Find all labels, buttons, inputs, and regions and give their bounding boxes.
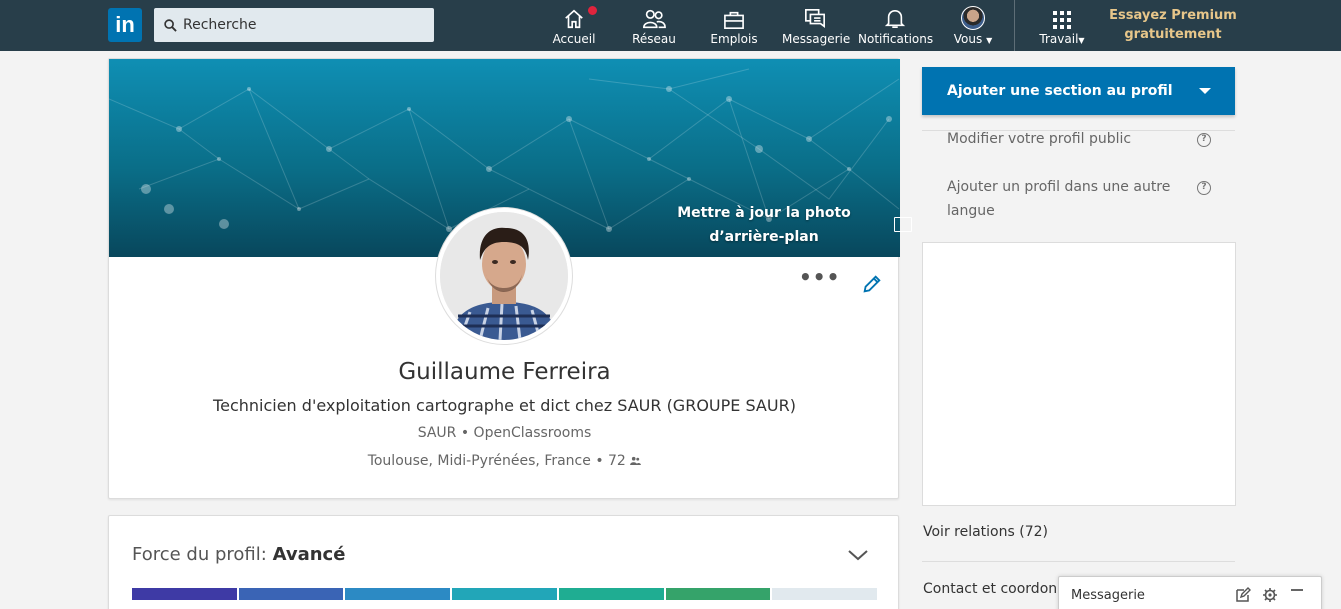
connections-icon bbox=[630, 456, 642, 465]
see-connections-link[interactable]: Voir relations (72) bbox=[923, 524, 1048, 540]
chevron-down-icon[interactable] bbox=[847, 548, 869, 562]
search-icon bbox=[164, 18, 177, 32]
search-bar[interactable] bbox=[154, 8, 434, 42]
nav-network[interactable]: Réseau bbox=[630, 0, 678, 51]
notification-badge bbox=[586, 4, 599, 17]
strength-meter-segment bbox=[238, 588, 344, 600]
profile-strength-card: Force du profil: Avancé bbox=[108, 515, 899, 609]
search-input[interactable] bbox=[183, 17, 423, 33]
strength-meter-segment bbox=[345, 588, 451, 600]
nav-label: Accueil bbox=[552, 32, 596, 46]
caret-down-icon: ▼ bbox=[1078, 36, 1085, 45]
profile-name: Guillaume Ferreira bbox=[398, 359, 611, 385]
nav-work[interactable]: Travail▼ bbox=[1036, 0, 1088, 51]
nav-label: Vous bbox=[953, 32, 983, 46]
profile-location: Toulouse, Midi-Pyrénées, France • 72 bbox=[109, 453, 900, 469]
grid-icon bbox=[1053, 11, 1071, 29]
strength-meter-segment bbox=[558, 588, 664, 600]
compose-icon[interactable] bbox=[1235, 587, 1251, 603]
home-icon bbox=[565, 9, 583, 29]
add-profile-section-button[interactable]: Ajouter une section au profil bbox=[922, 67, 1235, 115]
add-language-profile-link[interactable]: Ajouter un profil dans une autre langue bbox=[947, 175, 1187, 223]
nav-me[interactable]: Vous ▼ bbox=[950, 0, 996, 51]
nav-label: Réseau bbox=[632, 32, 676, 46]
messaging-title: Messagerie bbox=[1071, 588, 1145, 603]
strength-meter bbox=[132, 588, 878, 600]
nav-label: Travail bbox=[1039, 32, 1079, 46]
nav-divider bbox=[1014, 0, 1015, 51]
profile-photo[interactable] bbox=[436, 208, 572, 344]
edit-public-profile-link[interactable]: Modifier votre profil public bbox=[947, 127, 1187, 151]
profile-headline: Technicien d'exploitation cartographe et… bbox=[213, 396, 796, 415]
ad-slot bbox=[922, 242, 1236, 506]
profile-companies[interactable]: SAUR • OpenClassrooms bbox=[109, 425, 900, 441]
nav-label: Notifications bbox=[858, 32, 934, 46]
caret-down-icon bbox=[1199, 88, 1211, 94]
bell-icon bbox=[884, 9, 905, 28]
pencil-icon[interactable] bbox=[861, 273, 883, 295]
edit-banner-icon[interactable] bbox=[894, 217, 912, 232]
location-text: Toulouse, Midi-Pyrénées, France • 72 bbox=[367, 453, 626, 469]
nav-label: Messagerie bbox=[782, 32, 851, 46]
nav-label: Emplois bbox=[710, 32, 758, 46]
portrait-image bbox=[440, 212, 568, 340]
minimize-icon[interactable] bbox=[1290, 585, 1304, 595]
strength-meter-segment bbox=[452, 588, 557, 600]
top-nav: in Accueil Réseau Emplois Messagerie Not… bbox=[0, 0, 1341, 51]
messaging-dock[interactable]: Messagerie bbox=[1058, 576, 1322, 609]
help-icon[interactable]: ? bbox=[1197, 181, 1211, 195]
nav-jobs[interactable]: Emplois bbox=[709, 0, 759, 51]
more-actions-button[interactable]: ••• bbox=[799, 267, 839, 292]
strength-meter-segment bbox=[665, 588, 771, 600]
premium-link[interactable]: Essayez Premium gratuitement bbox=[1105, 6, 1241, 44]
strength-level: Avancé bbox=[272, 544, 346, 565]
strength-meter-segment bbox=[132, 588, 237, 600]
avatar bbox=[961, 6, 985, 30]
nav-messaging[interactable]: Messagerie bbox=[782, 0, 851, 51]
profile-top-card: Mettre à jour la photo d’arrière-plan ••… bbox=[108, 58, 912, 499]
linkedin-logo[interactable]: in bbox=[108, 8, 142, 42]
profile-strength-title: Force du profil: Avancé bbox=[132, 544, 345, 565]
update-banner-link[interactable]: Mettre à jour la photo d’arrière-plan bbox=[644, 201, 884, 249]
nav-notifications[interactable]: Notifications bbox=[858, 0, 934, 51]
caret-down-icon: ▼ bbox=[986, 36, 993, 45]
strength-meter-segment bbox=[772, 588, 878, 600]
messaging-icon bbox=[805, 9, 825, 28]
network-icon bbox=[643, 9, 666, 29]
help-icon[interactable]: ? bbox=[1197, 133, 1211, 147]
strength-label: Force du profil: bbox=[132, 544, 267, 565]
nav-home[interactable]: Accueil bbox=[551, 0, 599, 51]
divider bbox=[922, 561, 1235, 562]
jobs-icon bbox=[724, 11, 744, 29]
add-section-label: Ajouter une section au profil bbox=[947, 83, 1173, 99]
gear-icon[interactable] bbox=[1262, 587, 1278, 603]
